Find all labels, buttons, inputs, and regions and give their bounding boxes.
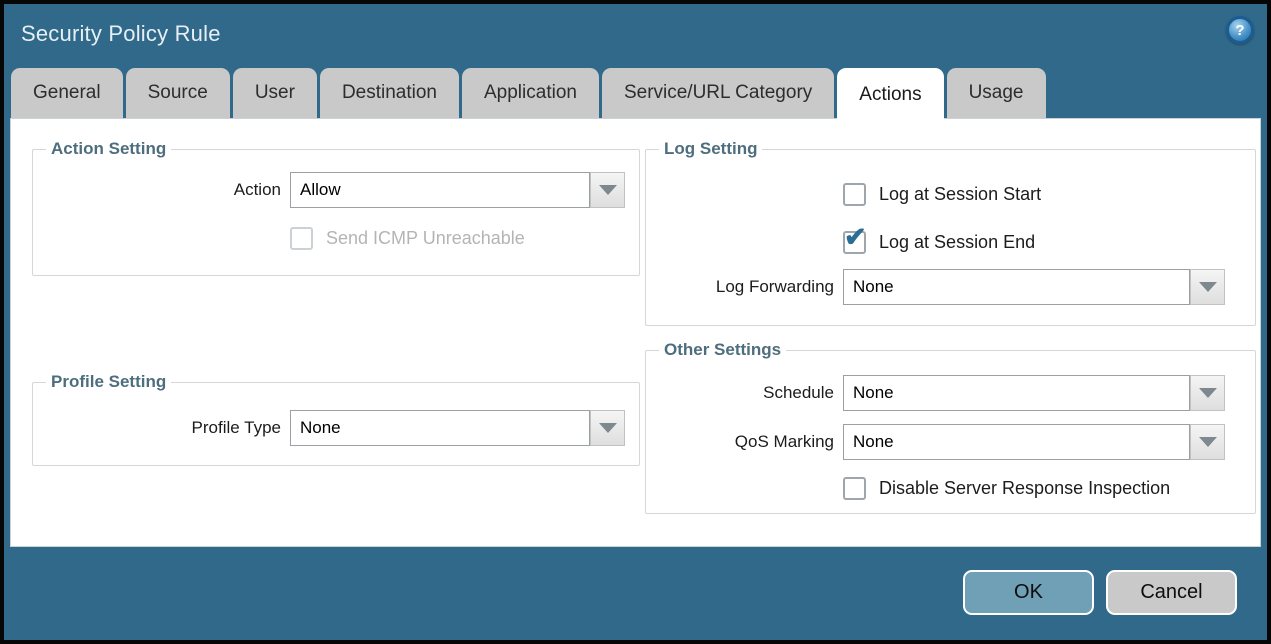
tab-general[interactable]: General [11, 68, 123, 118]
right-column: Log Setting Log at Session Start Log at … [645, 139, 1256, 514]
qos-marking-row: QoS Marking None [656, 424, 1245, 460]
profile-type-dropdown: None [290, 410, 625, 446]
profile-type-row: Profile Type None [43, 410, 629, 446]
tab-application[interactable]: Application [462, 68, 599, 118]
tab-content-panel: Action Setting Action Allow Send ICMP Un… [10, 118, 1261, 547]
log-session-end-row: Log at Session End [843, 231, 1245, 254]
tab-actions[interactable]: Actions [837, 68, 943, 121]
action-row: Action Allow [43, 172, 629, 208]
profile-type-label: Profile Type [43, 418, 281, 438]
qos-marking-label: QoS Marking [656, 432, 834, 452]
profile-setting-group: Profile Setting Profile Type None [32, 372, 640, 466]
ok-button[interactable]: OK [963, 570, 1094, 615]
log-session-start-label: Log at Session Start [879, 184, 1041, 205]
profile-setting-legend: Profile Setting [46, 372, 171, 392]
dsri-label: Disable Server Response Inspection [879, 478, 1170, 499]
action-label: Action [43, 180, 281, 200]
action-setting-legend: Action Setting [46, 139, 171, 159]
log-forwarding-row: Log Forwarding None [656, 269, 1245, 305]
chevron-down-icon [1199, 388, 1217, 398]
schedule-row: Schedule None [656, 375, 1245, 411]
chevron-down-icon [599, 185, 617, 195]
dsri-checkbox[interactable] [843, 477, 866, 500]
qos-marking-dropdown: None [843, 424, 1225, 460]
tab-service-url-category[interactable]: Service/URL Category [602, 68, 834, 118]
log-forwarding-dropdown-value[interactable]: None [843, 269, 1190, 305]
log-forwarding-dropdown: None [843, 269, 1225, 305]
profile-type-dropdown-value[interactable]: None [290, 410, 590, 446]
qos-marking-dropdown-value[interactable]: None [843, 424, 1190, 460]
profile-type-dropdown-button[interactable] [590, 410, 625, 446]
tab-source[interactable]: Source [126, 68, 230, 118]
schedule-dropdown: None [843, 375, 1225, 411]
action-setting-group: Action Setting Action Allow Send ICMP Un… [32, 139, 640, 276]
other-settings-legend: Other Settings [659, 340, 786, 360]
schedule-dropdown-button[interactable] [1190, 375, 1225, 411]
log-forwarding-dropdown-button[interactable] [1190, 269, 1225, 305]
tab-bar: General Source User Destination Applicat… [11, 68, 1046, 121]
chevron-down-icon [1199, 282, 1217, 292]
left-column: Action Setting Action Allow Send ICMP Un… [32, 139, 640, 466]
action-dropdown: Allow [290, 172, 625, 208]
help-icon[interactable]: ? [1226, 16, 1254, 44]
chevron-down-icon [1199, 437, 1217, 447]
tab-destination[interactable]: Destination [320, 68, 459, 118]
schedule-label: Schedule [656, 383, 834, 403]
log-setting-legend: Log Setting [659, 139, 762, 159]
log-session-start-row: Log at Session Start [843, 183, 1245, 206]
action-dropdown-value[interactable]: Allow [290, 172, 590, 208]
log-setting-group: Log Setting Log at Session Start Log at … [645, 139, 1256, 326]
log-session-start-checkbox[interactable] [843, 183, 866, 206]
schedule-dropdown-value[interactable]: None [843, 375, 1190, 411]
dialog-title: Security Policy Rule [21, 21, 221, 47]
cancel-button[interactable]: Cancel [1106, 570, 1237, 615]
qos-marking-dropdown-button[interactable] [1190, 424, 1225, 460]
log-session-end-checkbox[interactable] [843, 231, 866, 254]
other-settings-group: Other Settings Schedule None QoS Marking… [645, 340, 1256, 514]
send-icmp-row: Send ICMP Unreachable [290, 227, 629, 250]
log-session-end-label: Log at Session End [879, 232, 1035, 253]
tab-usage[interactable]: Usage [947, 68, 1046, 118]
dsri-row: Disable Server Response Inspection [843, 477, 1245, 500]
send-icmp-checkbox [290, 227, 313, 250]
log-forwarding-label: Log Forwarding [656, 277, 834, 297]
action-dropdown-button[interactable] [590, 172, 625, 208]
security-policy-rule-dialog: Security Policy Rule ? General Source Us… [0, 0, 1271, 644]
tab-user[interactable]: User [233, 68, 317, 118]
send-icmp-label: Send ICMP Unreachable [326, 228, 525, 249]
chevron-down-icon [599, 423, 617, 433]
